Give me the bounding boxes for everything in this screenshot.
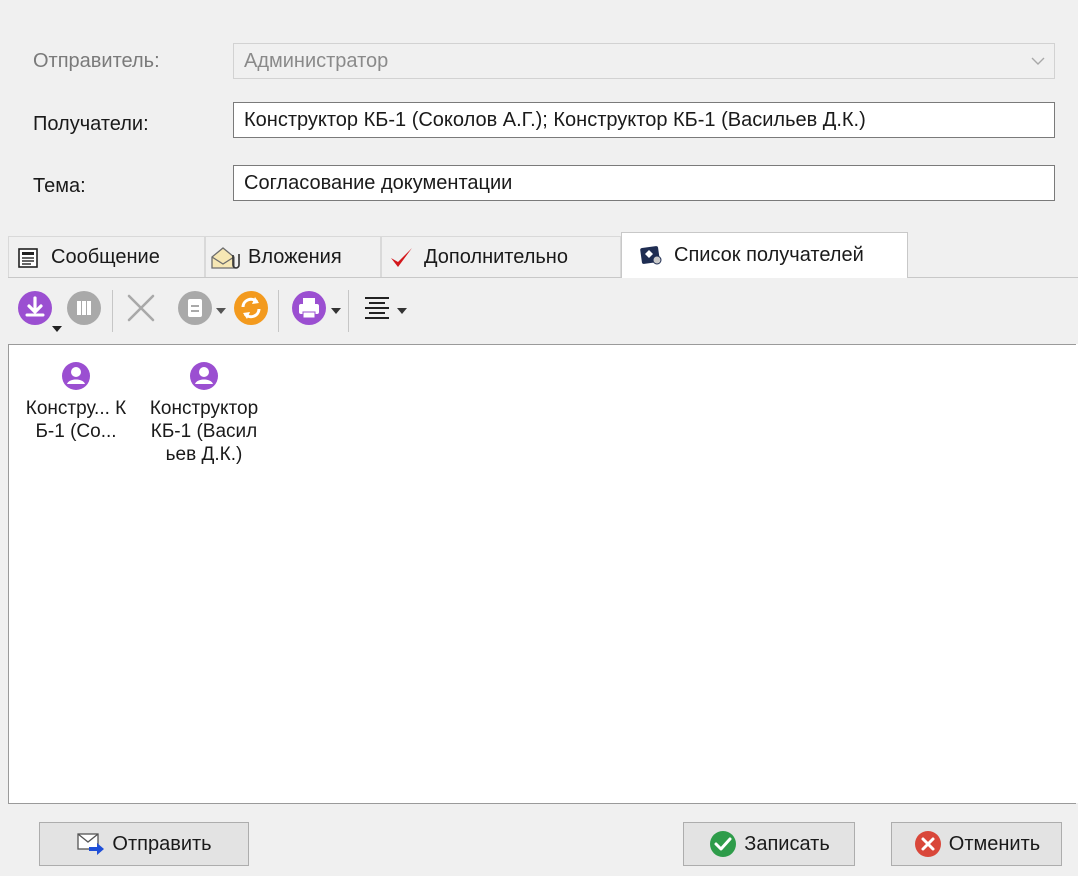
align-icon — [362, 295, 392, 327]
cancel-button-label: Отменить — [948, 832, 1041, 855]
recipient-name: Конструктор КБ-1 (Васильев Д.К.) — [149, 398, 259, 465]
print-button[interactable] — [290, 290, 328, 332]
delete-icon — [66, 290, 102, 332]
send-button[interactable]: Отправить — [39, 822, 249, 866]
align-button[interactable] — [358, 292, 396, 330]
download-button[interactable] — [16, 290, 54, 332]
edit-dropdown-button[interactable] — [214, 300, 228, 322]
tab-attachments[interactable]: Вложения — [205, 236, 381, 278]
user-icon — [62, 362, 90, 390]
recipients-panel: Констру... КБ-1 (Со... Конструктор КБ-1 … — [8, 277, 1078, 804]
cancel-circle-icon — [913, 829, 943, 859]
save-button-label: Записать — [744, 832, 830, 855]
cancel-button[interactable]: Отменить — [891, 822, 1062, 866]
tab-additional[interactable]: Дополнительно — [381, 236, 621, 278]
chevron-down-icon — [1022, 44, 1054, 78]
checkmark-icon — [386, 243, 416, 273]
toolbar-separator — [348, 290, 349, 332]
toolbar-separator — [278, 290, 279, 332]
send-button-label: Отправить — [112, 832, 212, 855]
recipients-list-icon — [636, 241, 666, 271]
delete-button[interactable] — [65, 290, 103, 332]
close-icon — [124, 291, 158, 331]
download-icon — [17, 290, 53, 332]
sender-label: Отправитель: — [33, 50, 160, 72]
chevron-down-icon — [397, 308, 407, 314]
tab-recipients-list-label: Список получателей — [674, 244, 864, 266]
chevron-down-icon — [216, 308, 226, 314]
save-button[interactable]: Записать — [683, 822, 855, 866]
list-item[interactable]: Констру... КБ-1 (Со... — [21, 361, 131, 443]
attachments-icon — [210, 243, 240, 273]
refresh-icon — [233, 290, 269, 332]
tab-recipients-list[interactable]: Список получателей — [621, 232, 908, 278]
recipients-field[interactable]: Конструктор КБ-1 (Соколов А.Г.); Констру… — [233, 102, 1055, 138]
message-icon — [13, 243, 43, 273]
list-item[interactable]: Конструктор КБ-1 (Васильев Д.К.) — [149, 361, 259, 466]
chevron-down-icon — [331, 308, 341, 314]
tab-message[interactable]: Сообщение — [8, 236, 205, 278]
toolbar — [8, 278, 1078, 344]
tab-attachments-label: Вложения — [248, 246, 342, 268]
refresh-button[interactable] — [232, 290, 270, 332]
edit-icon — [177, 290, 213, 332]
recipient-name: Констру... КБ-1 (Со... — [25, 398, 127, 442]
close-button[interactable] — [122, 292, 160, 330]
subject-value: Согласование документации — [244, 171, 513, 194]
check-circle-icon — [708, 829, 738, 859]
download-dropdown-indicator — [52, 326, 62, 332]
recipients-list[interactable]: Констру... КБ-1 (Со... Конструктор КБ-1 … — [8, 344, 1076, 804]
recipients-label: Получатели: — [33, 113, 149, 135]
print-icon — [291, 290, 327, 332]
user-icon — [190, 362, 218, 390]
subject-field[interactable]: Согласование документации — [233, 165, 1055, 201]
edit-button[interactable] — [176, 290, 214, 332]
recipients-value: Конструктор КБ-1 (Соколов А.Г.); Констру… — [244, 108, 866, 131]
tab-message-label: Сообщение — [51, 246, 160, 268]
print-dropdown-button[interactable] — [329, 300, 343, 322]
sender-value: Администратор — [244, 49, 389, 72]
subject-label: Тема: — [33, 175, 86, 197]
send-mail-icon — [76, 829, 106, 859]
sender-combo: Администратор — [233, 43, 1055, 79]
align-dropdown-button[interactable] — [395, 300, 409, 322]
toolbar-separator — [112, 290, 113, 332]
tab-additional-label: Дополнительно — [424, 246, 568, 268]
